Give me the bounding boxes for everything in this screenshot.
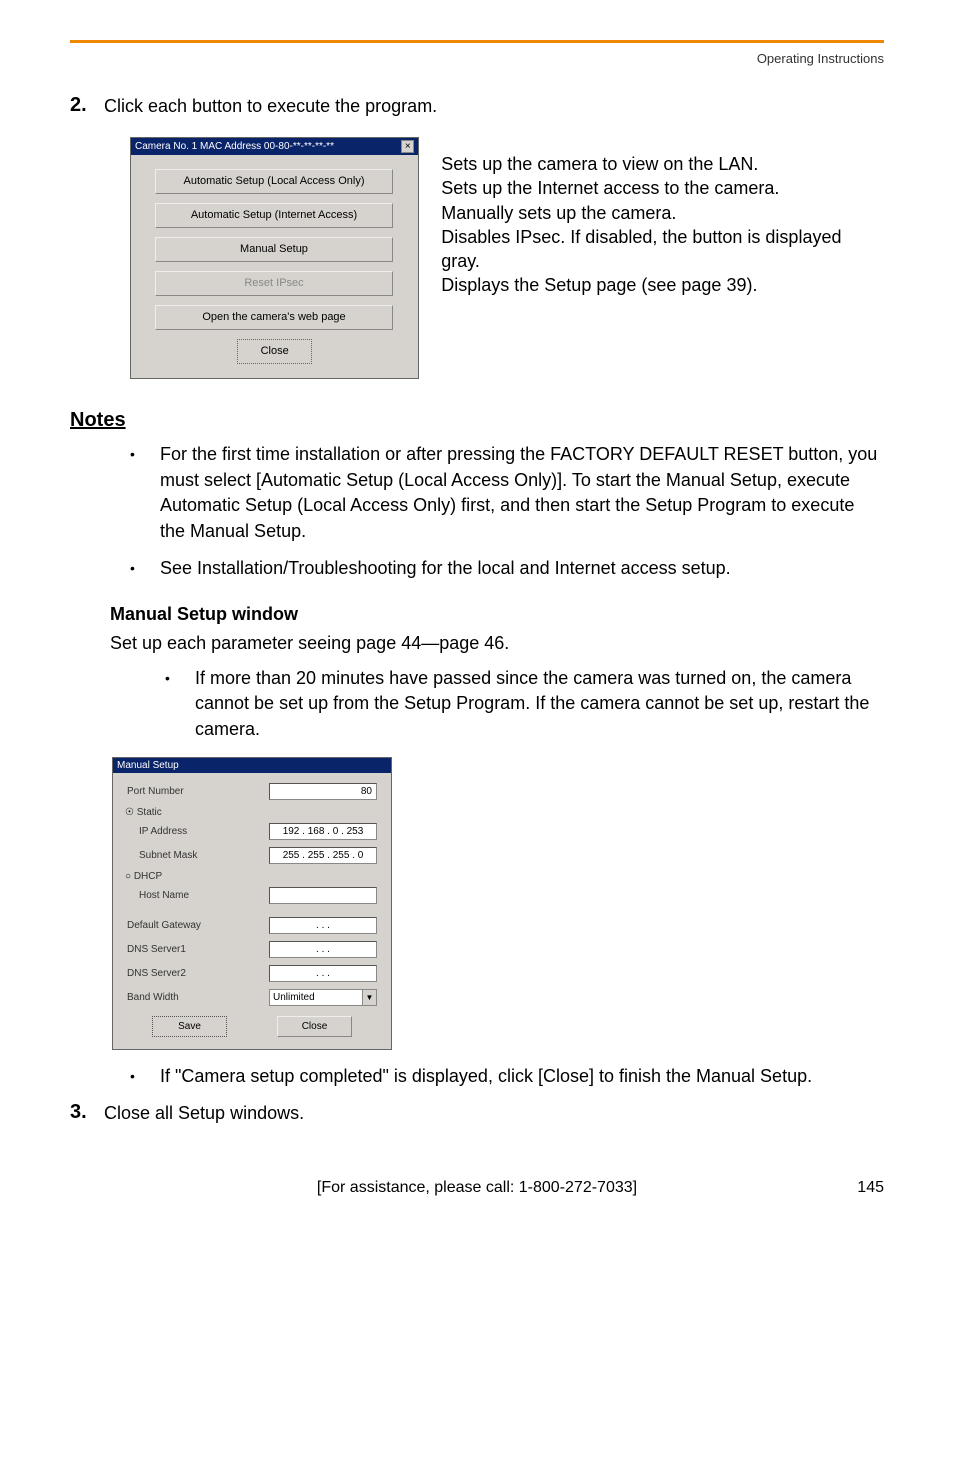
host-input[interactable] [269, 887, 377, 904]
post-bullet: If "Camera setup completed" is displayed… [160, 1064, 812, 1090]
bandwidth-value: Unlimited [273, 992, 315, 1003]
notes-heading: Notes [70, 409, 884, 432]
annotation-5: Displays the Setup page (see page 39). [441, 273, 884, 297]
auto-local-button[interactable]: Automatic Setup (Local Access Only) [155, 169, 393, 194]
dialog-title: Camera No. 1 MAC Address 00-80-**-**-**-… [135, 141, 334, 152]
manual-close-button[interactable]: Close [277, 1016, 352, 1037]
manual-setup-heading: Manual Setup window [110, 604, 884, 625]
manual-setup-intro: Set up each parameter seeing page 44—pag… [110, 631, 884, 656]
save-button[interactable]: Save [152, 1016, 227, 1037]
gateway-label: Default Gateway [127, 920, 201, 931]
notes-item-2: See Installation/Troubleshooting for the… [160, 556, 731, 582]
static-label: Static [137, 807, 162, 818]
dialog-titlebar: Camera No. 1 MAC Address 00-80-**-**-**-… [131, 138, 418, 155]
notes-item-1: For the first time installation or after… [160, 442, 884, 544]
step-2-text: Click each button to execute the program… [104, 94, 437, 117]
bandwidth-select[interactable]: Unlimited ▼ [269, 989, 377, 1006]
subnet-input[interactable]: 255 . 255 . 255 . 0 [269, 847, 377, 864]
port-input[interactable]: 80 [269, 783, 377, 800]
manual-setup-button[interactable]: Manual Setup [155, 237, 393, 262]
gateway-input[interactable]: . . . [269, 917, 377, 934]
annotation-4: Disables IPsec. If disabled, the button … [441, 225, 884, 274]
annotation-1: Sets up the camera to view on the LAN. [441, 152, 884, 176]
auto-internet-button[interactable]: Automatic Setup (Internet Access) [155, 203, 393, 228]
bullet-dot: • [130, 442, 160, 544]
dns1-input[interactable]: . . . [269, 941, 377, 958]
bullet-dot: • [165, 666, 195, 743]
manual-setup-note: If more than 20 minutes have passed sinc… [195, 666, 884, 743]
dhcp-label: DHCP [134, 871, 162, 882]
dns2-input[interactable]: . . . [269, 965, 377, 982]
annotations-block: Sets up the camera to view on the LAN. S… [419, 137, 884, 379]
header-text: Operating Instructions [70, 51, 884, 66]
annotation-3: Manually sets up the camera. [441, 201, 884, 225]
manual-dialog-title: Manual Setup [113, 758, 391, 773]
close-icon[interactable]: × [401, 140, 414, 153]
static-radio[interactable]: ☉ [125, 807, 137, 818]
header-divider [70, 40, 884, 43]
chevron-down-icon: ▼ [362, 990, 376, 1005]
camera-setup-dialog: Camera No. 1 MAC Address 00-80-**-**-**-… [130, 137, 419, 379]
ip-input[interactable]: 192 . 168 . 0 . 253 [269, 823, 377, 840]
manual-setup-dialog: Manual Setup Port Number 80 ☉ Static IP … [112, 757, 392, 1050]
host-label: Host Name [139, 890, 189, 901]
annotation-2: Sets up the Internet access to the camer… [441, 176, 884, 200]
subnet-label: Subnet Mask [139, 850, 197, 861]
open-web-button[interactable]: Open the camera's web page [155, 305, 393, 330]
bullet-dot: • [130, 556, 160, 582]
page-number: 145 [857, 1179, 884, 1197]
dns1-label: DNS Server1 [127, 944, 186, 955]
dns2-label: DNS Server2 [127, 968, 186, 979]
dhcp-radio[interactable]: ○ [125, 871, 134, 882]
step-2-number: 2. [70, 94, 104, 117]
footer-assistance: [For assistance, please call: 1-800-272-… [317, 1179, 637, 1196]
bullet-dot: • [130, 1064, 160, 1090]
step-3-text: Close all Setup windows. [104, 1101, 304, 1124]
step-3-number: 3. [70, 1101, 104, 1124]
reset-ipsec-button[interactable]: Reset IPsec [155, 271, 393, 296]
close-button[interactable]: Close [237, 339, 312, 364]
bandwidth-label: Band Width [127, 992, 179, 1003]
port-label: Port Number [127, 786, 184, 797]
ip-label: IP Address [139, 826, 187, 837]
